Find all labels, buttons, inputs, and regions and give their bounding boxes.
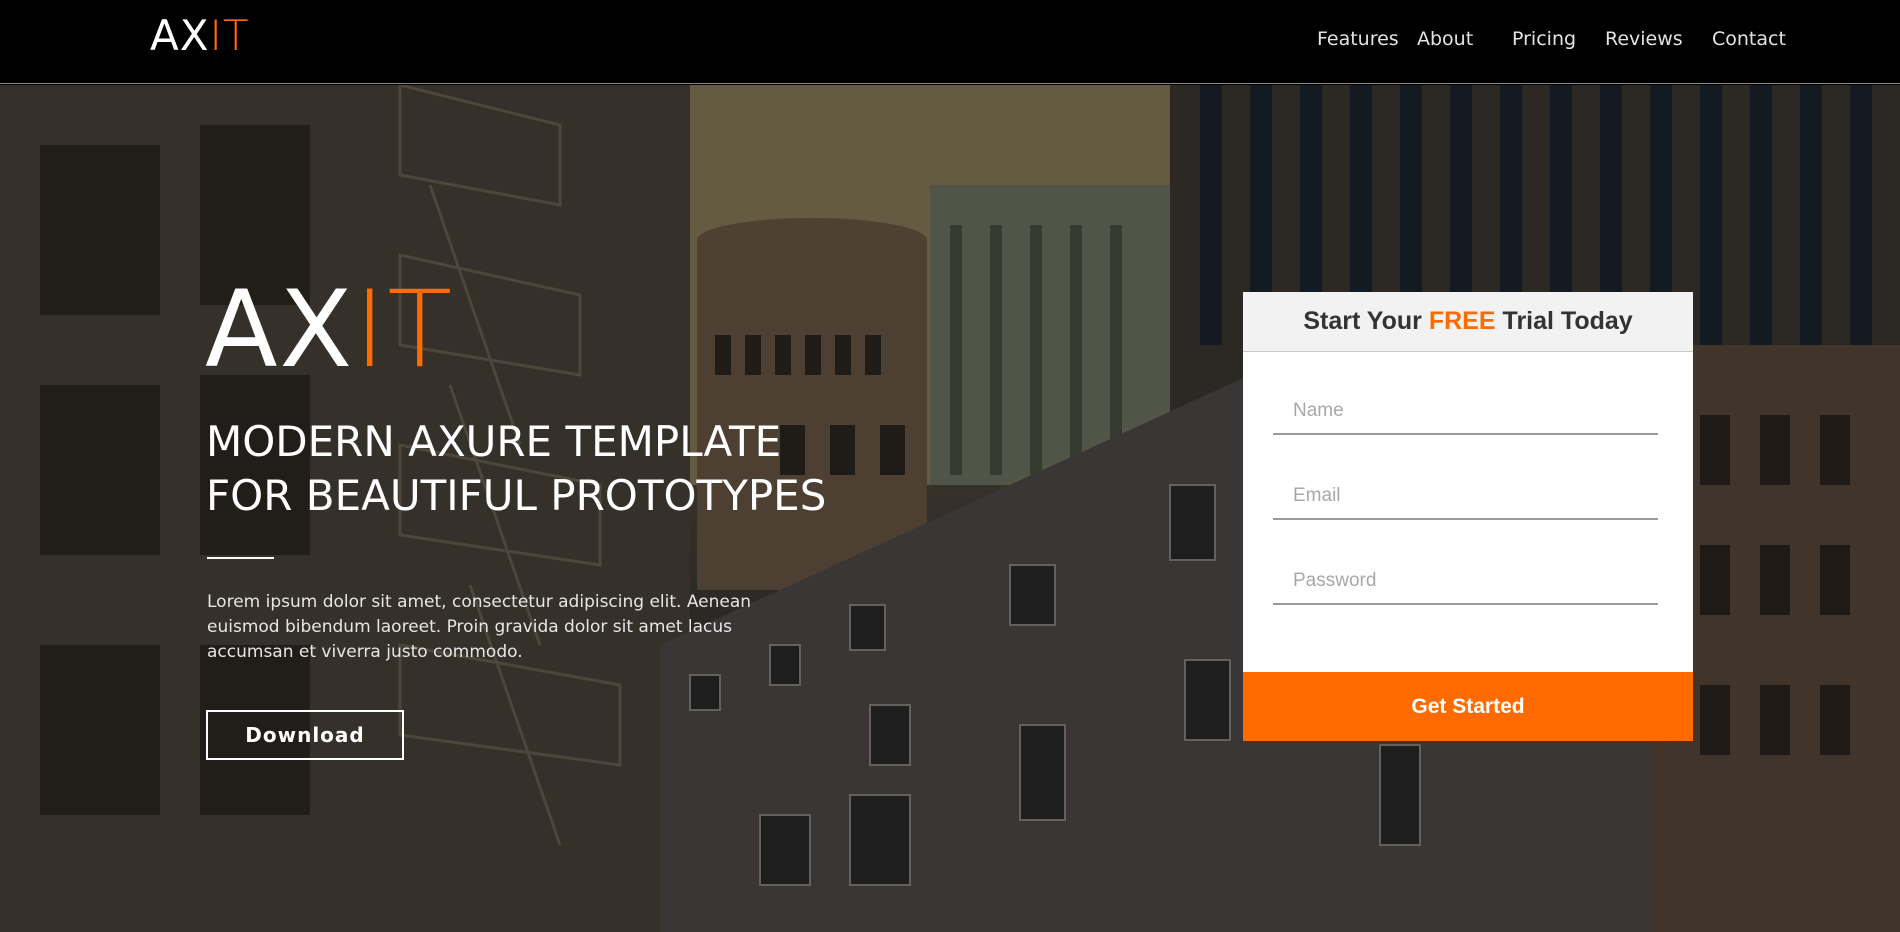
hero-headline-line2: FOR BEAUTIFUL PROTOTYPES (206, 471, 827, 520)
top-navbar: AX IT Features About Pricing Reviews Contact (0, 0, 1900, 84)
nav-link-pricing[interactable]: Pricing (1512, 28, 1576, 50)
nav-link-features[interactable]: Features (1317, 28, 1399, 50)
hero-logo-accent: IT (354, 268, 455, 391)
hero-logo: AX IT (205, 268, 455, 391)
get-started-button[interactable]: Get Started (1243, 672, 1693, 741)
nav-link-contact[interactable]: Contact (1712, 28, 1786, 50)
email-input[interactable] (1273, 474, 1658, 520)
form-title-before: Start Your (1303, 307, 1422, 335)
nav-link-about[interactable]: About (1417, 28, 1473, 50)
download-button[interactable]: Download (206, 710, 404, 760)
form-title: Start Your FREE Trial Today (1243, 292, 1693, 352)
hero-section: AX IT MODERN AXURE TEMPLATE FOR BEAUTIFUL… (0, 85, 1900, 932)
hero-logo-main: AX (205, 268, 355, 391)
form-title-free: FREE (1428, 307, 1496, 335)
hero-headline: MODERN AXURE TEMPLATE FOR BEAUTIFUL PROT… (206, 415, 866, 523)
trial-signup-form: Start YourFREETrial Today Get Started (1243, 292, 1693, 741)
nav-logo-main: AX (150, 11, 210, 60)
nav-logo[interactable]: AX IT (150, 14, 250, 58)
nav-link-reviews[interactable]: Reviews (1605, 28, 1683, 50)
form-title-after: Trial Today (1502, 307, 1633, 335)
name-input[interactable] (1273, 389, 1658, 435)
hero-headline-line1: MODERN AXURE TEMPLATE (206, 417, 782, 466)
hero-body-text: Lorem ipsum dolor sit amet, consectetur … (207, 592, 752, 662)
password-input[interactable] (1273, 559, 1658, 605)
hero-divider (207, 557, 274, 559)
nav-logo-accent: IT (209, 11, 250, 60)
